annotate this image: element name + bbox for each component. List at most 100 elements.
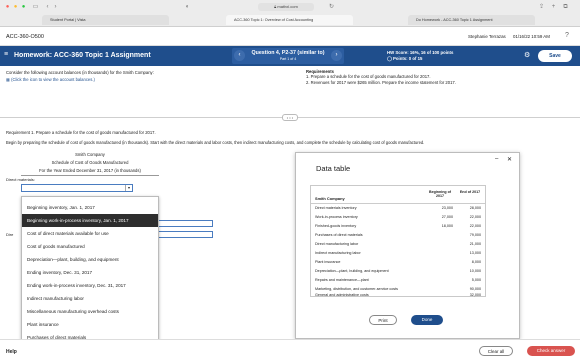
shield-icon: ◐ bbox=[185, 4, 190, 10]
row-value-end: 10,000 bbox=[469, 269, 481, 273]
row-value-end: 13,000 bbox=[469, 251, 481, 255]
tab-overview-icon[interactable]: ⧉ bbox=[562, 4, 569, 11]
table-row: Direct manufacturing labor 21,000 bbox=[311, 240, 487, 249]
dialog-title: Data table bbox=[316, 164, 351, 173]
data-table-dialog: Data table – ✕ Smith Company Beginning o… bbox=[295, 152, 520, 339]
table-row: Direct materials inventory 23,000 28,000 bbox=[311, 204, 487, 213]
row-value-end: 28,000 bbox=[469, 206, 481, 210]
schedule-title: Schedule of Cost of Goods Manufactured bbox=[51, 160, 129, 165]
back-icon[interactable]: ‹ bbox=[44, 4, 51, 11]
sidebar-toggle-icon[interactable]: ▭ bbox=[32, 4, 39, 11]
check-answer-button[interactable]: Check answer bbox=[527, 346, 575, 356]
row-value-begin: 27,000 bbox=[441, 215, 453, 219]
table-row: Indirect manufacturing labor 13,000 bbox=[311, 249, 487, 258]
course-code: ACC-360-O500 bbox=[6, 34, 44, 40]
datetime: 01/16/22 10:59 AM bbox=[513, 34, 550, 39]
part-label: Part 1 of 4 bbox=[279, 57, 297, 61]
dropdown-option[interactable]: Ending inventory, Dec. 31, 2017 bbox=[22, 266, 158, 279]
help-circle-icon[interactable]: ? bbox=[565, 32, 569, 39]
tab-do-homework[interactable]: Do Homework - ACC-360 Topic 1 Assignment bbox=[408, 15, 535, 25]
dropdown-option[interactable]: Cost of goods manufactured bbox=[22, 240, 158, 253]
print-button[interactable]: Print bbox=[369, 315, 397, 325]
url-text: mathxl.com bbox=[277, 4, 298, 9]
row-value-end: 5,000 bbox=[471, 278, 481, 282]
schedule-rule bbox=[21, 175, 159, 176]
account-balances-table: Smith Company Beginning of 2017 End of 2… bbox=[310, 185, 486, 297]
schedule-period: For the Year Ended December 31, 2017 (in… bbox=[39, 168, 141, 173]
tab-student-portal[interactable]: Student Portal | Vista bbox=[42, 15, 169, 25]
row-value-begin: 18,000 bbox=[441, 224, 453, 228]
requirement-title: Requirement 1. Prepare a schedule for th… bbox=[6, 130, 156, 135]
settings-gear-icon[interactable]: ⚙ bbox=[524, 51, 530, 59]
table-company: Smith Company bbox=[315, 196, 345, 201]
dropdown-option[interactable]: Depreciation—plant, building, and equipm… bbox=[22, 253, 158, 266]
table-row: Work-in-process inventory 27,000 22,000 bbox=[311, 213, 487, 222]
points-text: Points: 0 of 15 bbox=[393, 56, 423, 61]
col-beginning: Beginning of 2017 bbox=[429, 190, 451, 198]
instructions: Begin by preparing the schedule of cost … bbox=[6, 140, 425, 145]
link-text: (Click the icon to view the account bala… bbox=[11, 77, 95, 82]
bottom-bar: Help Clear all Check answer bbox=[0, 339, 580, 363]
dropdown-option[interactable]: Indirect manufacturing labor bbox=[22, 292, 158, 305]
tab-acc-360-overview[interactable]: ACC-360 Topic 1: Overview of Cost Accoun… bbox=[226, 15, 353, 25]
divider-handle[interactable]: • • • bbox=[282, 114, 298, 121]
tab-label: Student Portal | Vista bbox=[50, 18, 86, 22]
row-label: Indirect manufacturing labor bbox=[315, 251, 361, 255]
direct-label-partial: Dire bbox=[6, 232, 14, 237]
dropdown-option[interactable]: Beginning inventory, Jan. 1, 2017 bbox=[22, 201, 158, 214]
browser-chrome: ● ● ● ▭ ‹ › ◐ 🔒︎ mathxl.com ↻ ⇪ + ⧉ Stud… bbox=[0, 0, 580, 27]
row-label: Direct materials inventory bbox=[315, 206, 357, 210]
row-label: Purchases of direct materials bbox=[315, 233, 363, 237]
account-balances-link[interactable]: ▦ (Click the icon to view the account ba… bbox=[6, 77, 95, 82]
row-value-end: 22,000 bbox=[469, 224, 481, 228]
minimize-window-icon[interactable]: ● bbox=[12, 4, 19, 11]
done-button[interactable]: Done bbox=[411, 315, 443, 325]
clear-all-button[interactable]: Clear all bbox=[479, 346, 513, 356]
dropdown-option[interactable]: Cost of direct materials available for u… bbox=[22, 227, 158, 240]
table-row: Plant insurance 8,000 bbox=[311, 258, 487, 267]
address-bar[interactable]: 🔒︎ mathxl.com bbox=[258, 3, 314, 11]
forward-icon[interactable]: › bbox=[52, 4, 59, 11]
minimize-icon[interactable]: – bbox=[495, 156, 498, 162]
amount-input-2[interactable] bbox=[158, 231, 213, 238]
course-header: ACC-360-O500 Stephanie Terrazas 01/16/22… bbox=[0, 28, 580, 46]
tab-label: Do Homework - ACC-360 Topic 1 Assignment bbox=[416, 18, 493, 22]
row-value-end: 21,000 bbox=[469, 242, 481, 246]
help-label[interactable]: Help bbox=[6, 349, 17, 355]
row-label: Finished-goods inventory bbox=[315, 224, 357, 228]
dropdown-option[interactable]: Miscellaneous manufacturing overhead cos… bbox=[22, 305, 158, 318]
row-value-end: 79,000 bbox=[469, 233, 481, 237]
requirement-2: 2. Revenues for 2017 were $265 million. … bbox=[306, 80, 456, 85]
dropdown-option[interactable]: Plant insurance bbox=[22, 318, 158, 331]
row-value-end: 32,000 bbox=[469, 293, 481, 297]
col-end: End of 2017 bbox=[459, 190, 481, 194]
share-icon[interactable]: ⇪ bbox=[538, 4, 545, 11]
row-label: Plant insurance bbox=[315, 260, 341, 264]
table-row: General and administrative costs 32,000 bbox=[311, 292, 487, 299]
table-row: Purchases of direct materials 79,000 bbox=[311, 231, 487, 240]
tab-label: ACC-360 Topic 1: Overview of Cost Accoun… bbox=[234, 18, 314, 22]
problem-intro: Consider the following account balances … bbox=[6, 70, 154, 75]
points-score: ◯ Points: 0 of 15 bbox=[387, 56, 422, 62]
hw-score: HW Score: 16%, 16 of 100 points bbox=[387, 50, 454, 55]
menu-icon[interactable]: ≡ bbox=[4, 51, 8, 58]
amount-input-1[interactable] bbox=[158, 220, 213, 227]
user-name: Stephanie Terrazas bbox=[468, 34, 506, 39]
row-value-end: 8,000 bbox=[471, 260, 481, 264]
maximize-window-icon[interactable]: ● bbox=[20, 4, 27, 11]
reload-icon[interactable]: ↻ bbox=[328, 4, 335, 11]
schedule-select[interactable]: ▾ bbox=[21, 184, 133, 192]
next-question-button[interactable]: › bbox=[331, 50, 342, 61]
dropdown-option[interactable]: Ending work-in-process inventory, Dec. 3… bbox=[22, 279, 158, 292]
table-row: Finished-goods inventory 18,000 22,000 bbox=[311, 222, 487, 231]
row-label: General and administrative costs bbox=[315, 293, 369, 297]
new-tab-icon[interactable]: + bbox=[550, 4, 557, 11]
dropdown-option-selected[interactable]: Beginning work-in-process inventory, Jan… bbox=[22, 214, 158, 227]
save-button[interactable]: Save bbox=[538, 50, 572, 62]
close-window-icon[interactable]: ● bbox=[4, 4, 11, 11]
row-label: Work-in-process inventory bbox=[315, 215, 358, 219]
account-dropdown-list[interactable]: Beginning inventory, Jan. 1, 2017 Beginn… bbox=[21, 196, 159, 356]
table-row: Repairs and maintenance—plant 5,000 bbox=[311, 276, 487, 285]
close-icon[interactable]: ✕ bbox=[507, 156, 512, 163]
requirement-1: 1. Prepare a schedule for the cost of go… bbox=[306, 74, 431, 79]
